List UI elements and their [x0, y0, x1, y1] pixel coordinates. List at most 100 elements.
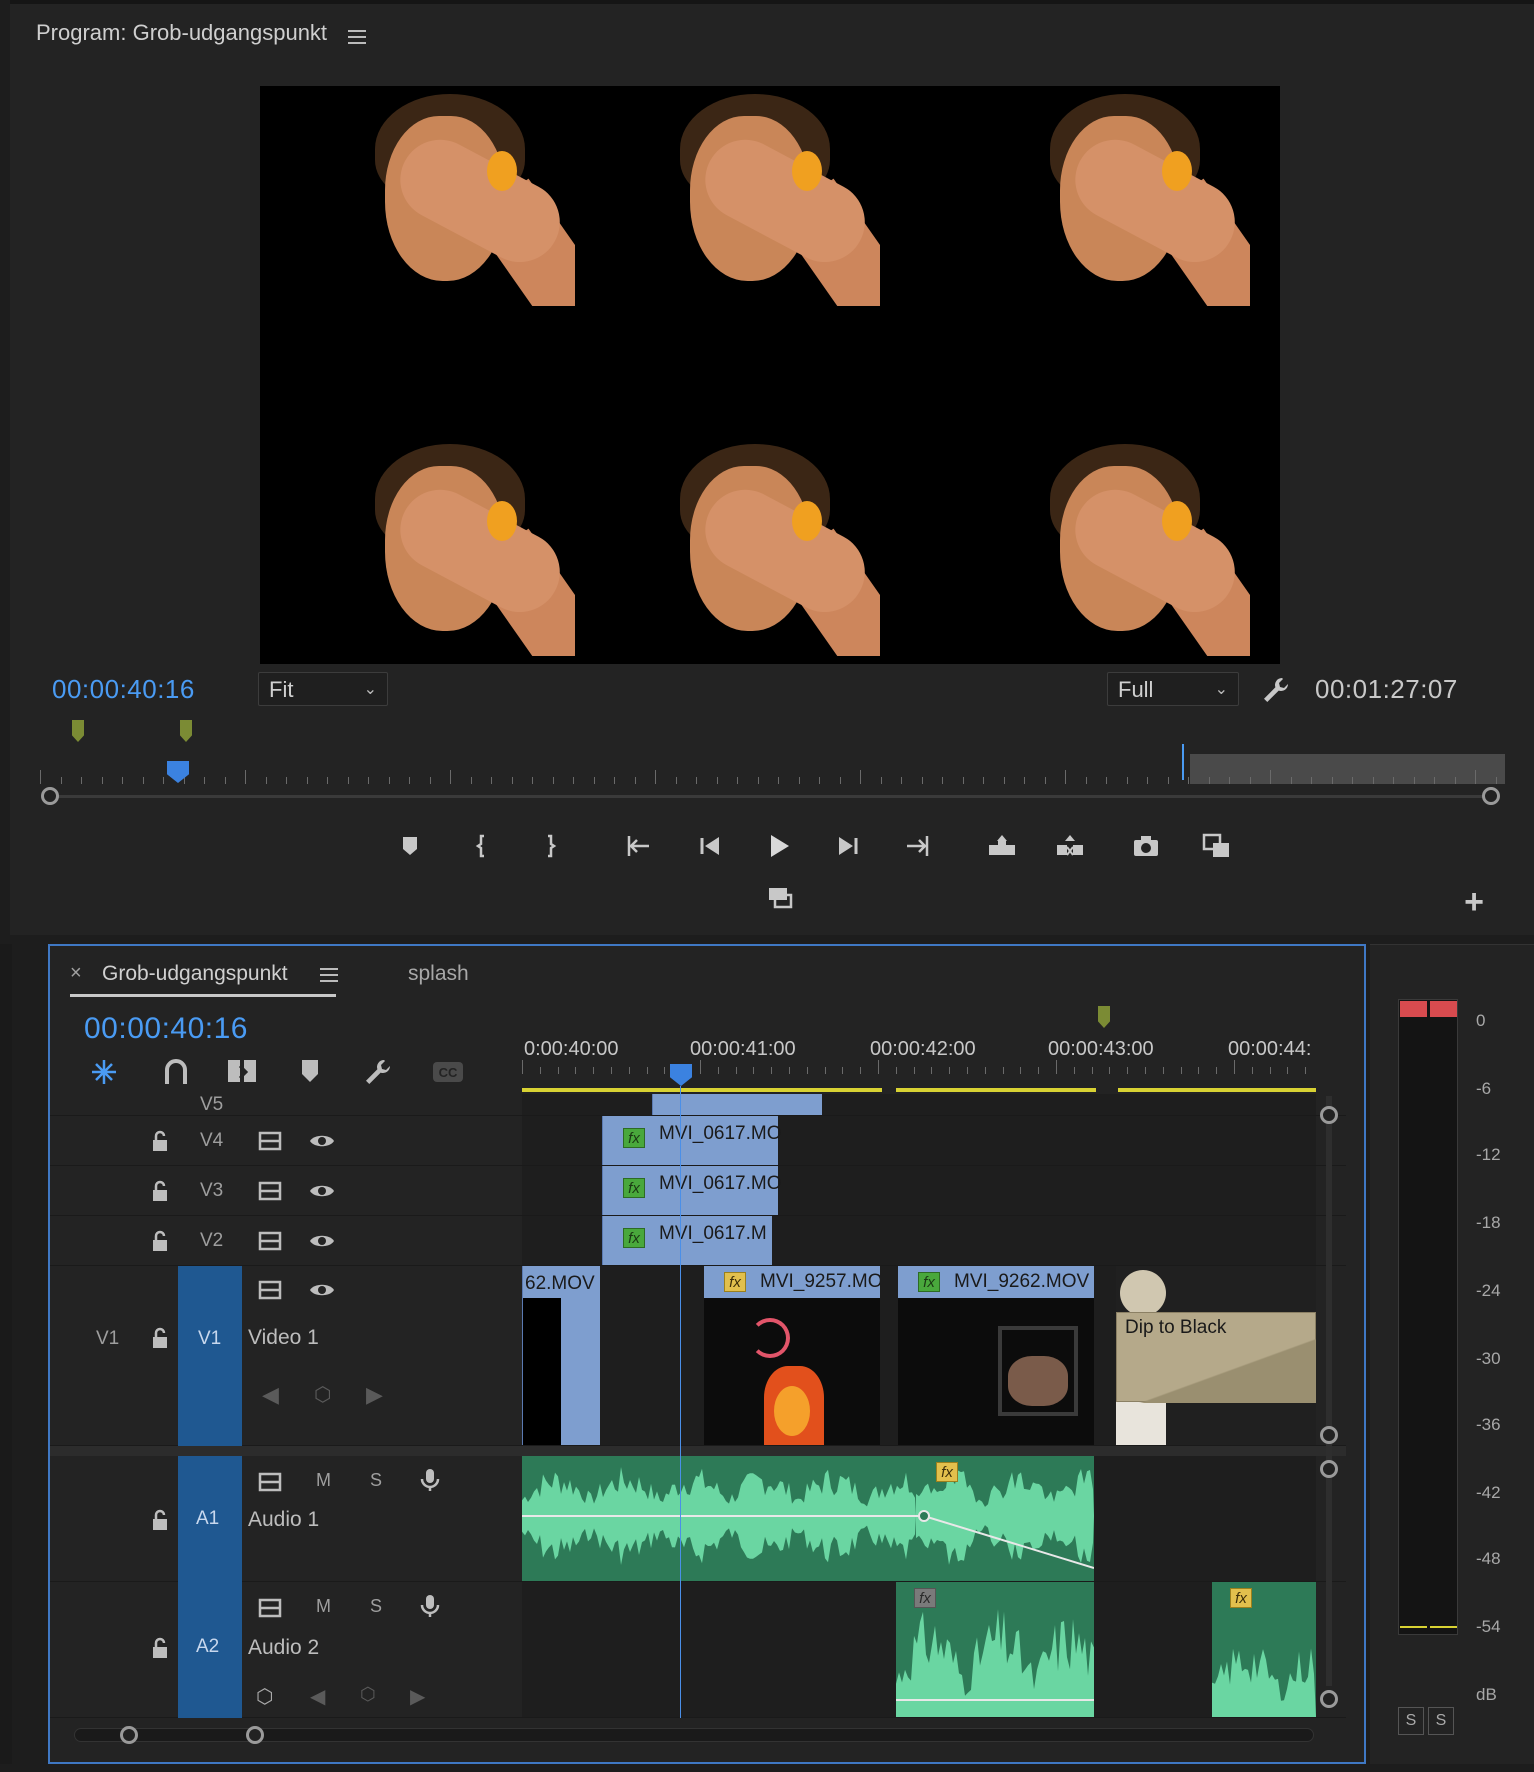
sequence-marker[interactable]	[72, 720, 84, 742]
audio-scroll-handle[interactable]	[1320, 1690, 1338, 1708]
mute-track-button[interactable]: M	[316, 1470, 331, 1491]
lock-track-icon[interactable]	[146, 1227, 174, 1255]
lift-button[interactable]	[982, 826, 1022, 866]
fx-badge[interactable]: fx	[623, 1228, 645, 1248]
export-frame-camera-icon[interactable]	[1126, 826, 1166, 866]
go-to-in-button[interactable]	[618, 826, 658, 866]
zoom-dropdown[interactable]: Fit ⌄	[258, 672, 388, 706]
lock-track-icon[interactable]	[146, 1634, 174, 1662]
scrollbar-left-handle[interactable]	[41, 787, 59, 805]
add-keyframe-icon[interactable]: ⬡	[314, 1382, 342, 1410]
video-scroll-handle[interactable]	[1320, 1106, 1338, 1124]
fx-badge[interactable]: fx	[623, 1128, 645, 1148]
go-to-out-button[interactable]	[898, 826, 938, 866]
tab-splash[interactable]: splash	[408, 962, 469, 986]
play-button[interactable]	[758, 826, 798, 866]
video-clip[interactable]: 62.MOV	[522, 1266, 600, 1445]
sequence-marker[interactable]	[1098, 1006, 1110, 1028]
next-keyframe-icon[interactable]: ▶	[410, 1684, 438, 1712]
timeline-ruler-ticks[interactable]	[522, 1060, 1316, 1074]
video-clip[interactable]	[652, 1094, 822, 1115]
previous-keyframe-icon[interactable]: ◀	[262, 1382, 290, 1410]
fx-badge[interactable]: fx	[914, 1588, 936, 1608]
video-clip[interactable]: fx MVI_9262.MOV	[898, 1266, 1094, 1445]
loop-playback-button[interactable]	[760, 877, 800, 917]
target-track-a2[interactable]: A2	[178, 1582, 242, 1718]
solo-track-button[interactable]: S	[370, 1596, 382, 1617]
scrollbar-right-handle[interactable]	[1482, 787, 1500, 805]
step-back-button[interactable]	[690, 826, 730, 866]
video-audio-divider[interactable]	[50, 1446, 1346, 1456]
zoom-right-handle[interactable]	[246, 1726, 264, 1744]
add-keyframe-icon[interactable]: ⬡	[360, 1684, 388, 1712]
video-clip[interactable]: fx MVI_0617.M	[602, 1216, 772, 1265]
audio-clip[interactable]: fx	[1212, 1582, 1316, 1717]
sync-lock-icon[interactable]	[256, 1276, 284, 1304]
comparison-view-button[interactable]	[1196, 826, 1236, 866]
fx-badge[interactable]: fx	[1230, 1588, 1252, 1608]
extract-button[interactable]	[1050, 826, 1090, 866]
fx-badge[interactable]: fx	[724, 1272, 746, 1292]
captions-cc-icon[interactable]: CC	[432, 1056, 464, 1088]
zoom-left-handle[interactable]	[120, 1726, 138, 1744]
target-track-v1[interactable]: V1	[178, 1266, 242, 1446]
close-tab-icon[interactable]: ×	[70, 962, 82, 985]
program-time-ruler[interactable]	[40, 754, 1505, 784]
fx-badge[interactable]: fx	[918, 1272, 940, 1292]
video-clip[interactable]: fx MVI_0617.MO	[602, 1116, 782, 1165]
lock-track-icon[interactable]	[146, 1324, 174, 1352]
timeline-playhead[interactable]	[670, 1064, 692, 1086]
panel-menu-icon[interactable]	[348, 30, 366, 44]
add-marker-button[interactable]	[390, 826, 430, 866]
toggle-output-eye-icon[interactable]	[308, 1276, 336, 1304]
mark-in-button[interactable]	[462, 826, 502, 866]
sync-lock-icon[interactable]	[256, 1594, 284, 1622]
audio-scroll-handle[interactable]	[1320, 1460, 1338, 1478]
nest-sequence-icon[interactable]	[88, 1056, 120, 1088]
out-point-marker[interactable]	[1182, 744, 1184, 780]
toggle-output-eye-icon[interactable]	[308, 1227, 336, 1255]
add-marker-icon[interactable]	[294, 1056, 326, 1088]
video-clip[interactable]: fx MVI_0617.MO	[602, 1166, 782, 1215]
sync-lock-icon[interactable]	[256, 1227, 284, 1255]
mute-track-button[interactable]: M	[316, 1596, 331, 1617]
step-forward-button[interactable]	[828, 826, 868, 866]
solo-left-button[interactable]: S	[1398, 1707, 1424, 1735]
video-clip[interactable]: Dip to Black	[1116, 1266, 1316, 1445]
tab-grob-udgangspunkt[interactable]: Grob-udgangspunkt	[102, 962, 288, 986]
audio-clip[interactable]	[522, 1456, 916, 1581]
program-current-timecode[interactable]: 00:00:40:16	[52, 674, 195, 705]
video-clip[interactable]: fx MVI_9257.MO	[704, 1266, 880, 1445]
sync-lock-icon[interactable]	[256, 1127, 284, 1155]
transition-dip-to-black[interactable]: Dip to Black	[1116, 1312, 1316, 1403]
target-track-a1[interactable]: A1	[178, 1456, 242, 1582]
solo-right-button[interactable]: S	[1428, 1707, 1454, 1735]
lock-track-icon[interactable]	[146, 1177, 174, 1205]
previous-keyframe-icon[interactable]: ◀	[310, 1684, 338, 1712]
lock-track-icon[interactable]	[146, 1506, 174, 1534]
timeline-settings-wrench-icon[interactable]	[362, 1056, 394, 1088]
peak-indicator-right[interactable]	[1430, 1001, 1457, 1017]
linked-selection-icon[interactable]	[226, 1056, 258, 1088]
keyframe-toggle-icon[interactable]: ⬡	[256, 1684, 284, 1712]
audio-clip[interactable]: fx	[916, 1456, 1094, 1581]
toggle-output-eye-icon[interactable]	[308, 1177, 336, 1205]
settings-wrench-icon[interactable]	[1260, 674, 1292, 706]
vertical-scrollbar[interactable]	[1326, 1096, 1332, 1686]
sequence-marker[interactable]	[180, 720, 192, 742]
voice-over-mic-icon[interactable]	[416, 1592, 444, 1620]
peak-indicator-left[interactable]	[1400, 1001, 1427, 1017]
solo-track-button[interactable]: S	[370, 1470, 382, 1491]
mark-out-button[interactable]	[530, 826, 570, 866]
sync-lock-icon[interactable]	[256, 1177, 284, 1205]
program-zoom-scrollbar[interactable]	[52, 795, 1492, 798]
toggle-output-eye-icon[interactable]	[308, 1127, 336, 1155]
source-patch-v1[interactable]: V1	[96, 1328, 119, 1350]
snap-magnet-icon[interactable]	[160, 1056, 192, 1088]
timeline-panel-menu-icon[interactable]	[320, 968, 338, 982]
voice-over-mic-icon[interactable]	[416, 1466, 444, 1494]
audio-clip[interactable]: fx	[896, 1582, 1094, 1717]
lock-track-icon[interactable]	[146, 1127, 174, 1155]
timeline-current-timecode[interactable]: 00:00:40:16	[84, 1012, 248, 1046]
fx-badge[interactable]: fx	[936, 1462, 958, 1482]
